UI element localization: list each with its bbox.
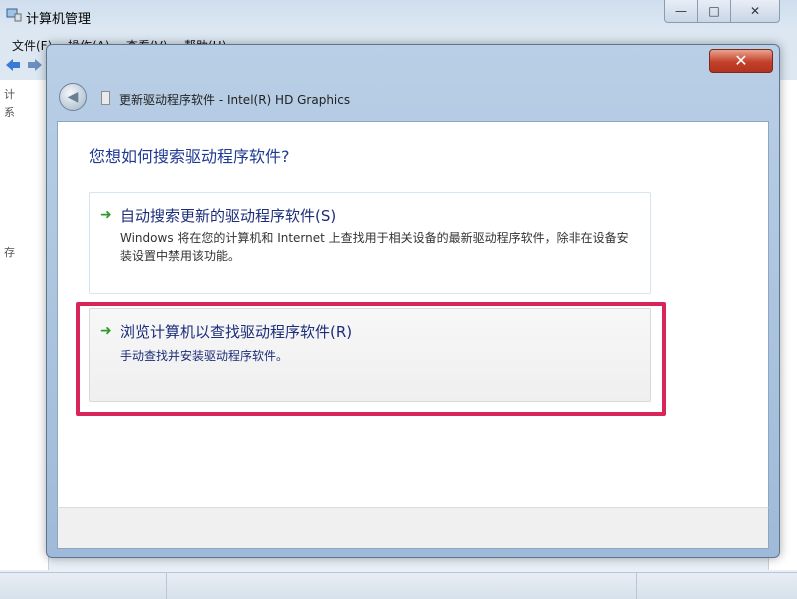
tree-root[interactable]: 计 <box>4 86 15 102</box>
update-driver-dialog: ✕ ◀ 更新驱动程序软件 - Intel(R) HD Graphics 您想如何… <box>46 44 780 558</box>
tree-system-tools[interactable]: 系 <box>4 104 15 120</box>
back-arrow-icon[interactable]: ◀ <box>59 83 87 111</box>
option-title: 自动搜索更新的驱动程序软件(S) <box>120 207 337 225</box>
green-arrow-icon: ➜ <box>100 207 112 223</box>
window-title: 计算机管理 <box>26 12 92 27</box>
status-segment <box>0 573 167 599</box>
dialog-close-button[interactable]: ✕ <box>709 49 773 73</box>
tree-storage[interactable]: 存 <box>4 244 15 260</box>
computer-management-icon <box>6 8 22 22</box>
page-question: 您想如何搜索驱动程序软件? <box>89 147 290 166</box>
dialog-title: 更新驱动程序软件 - Intel(R) HD Graphics <box>119 93 351 107</box>
status-segment <box>166 573 637 599</box>
close-button[interactable]: ✕ <box>730 0 780 23</box>
minimize-button[interactable]: — <box>664 0 698 23</box>
dialog-footer <box>57 507 769 549</box>
nav-arrows-icon[interactable] <box>4 56 44 74</box>
option-description: Windows 将在您的计算机和 Internet 上查找用于相关设备的最新驱动… <box>120 231 629 263</box>
highlight-annotation <box>76 302 666 416</box>
display-device-icon <box>101 91 110 105</box>
status-bar <box>0 572 797 599</box>
maximize-button[interactable]: □ <box>697 0 731 23</box>
tree-pane[interactable]: 计 系 存 <box>0 80 49 570</box>
title-bar: 计算机管理 — □ ✕ <box>0 0 797 32</box>
auto-search-option[interactable]: ➜ 自动搜索更新的驱动程序软件(S) Windows 将在您的计算机和 Inte… <box>89 192 651 294</box>
